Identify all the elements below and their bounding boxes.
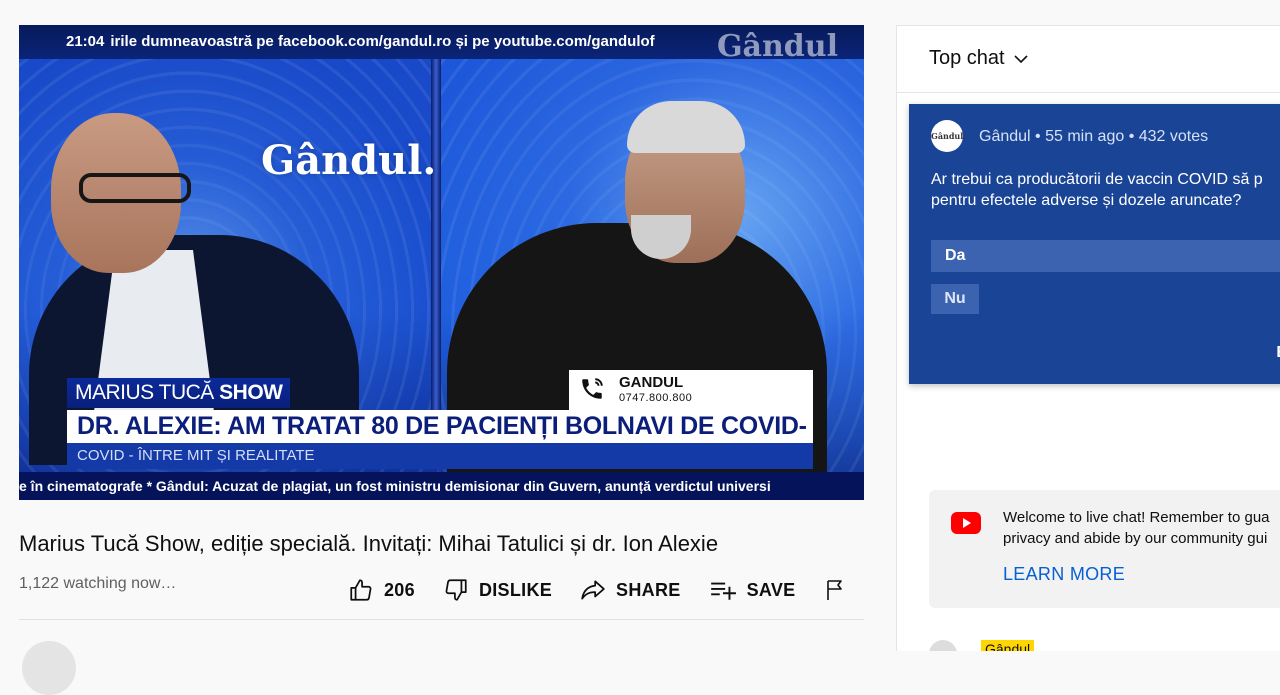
playlist-add-icon [710,582,736,600]
chat-poll: Gândul. Gândul • 55 min ago • 432 votes … [909,104,1280,384]
welcome-message: Welcome to live chat! Remember to gua pr… [929,490,1280,608]
channel-logo-watermark: Gândul [716,29,838,64]
save-label: SAVE [746,579,796,600]
live-chat-panel: Top chat Gândul. Gândul • 55 min ago • 4… [896,25,1280,651]
lower-third-headline: DR. ALEXIE: AM TRATAT 80 DE PACIENȚI BOL… [67,410,813,473]
broadcast-clock: 21:04 [66,33,105,50]
save-button[interactable]: SAVE [709,577,796,603]
dislike-label: DISLIKE [478,579,553,600]
contact-name: GANDUL [619,374,684,391]
chat-header: Top chat [897,26,1280,93]
chat-author-avatar [929,640,957,651]
like-count: 206 [384,579,415,600]
thumbs-up-icon [350,579,372,601]
dislike-button[interactable]: DISLIKE [443,577,552,603]
welcome-text: Welcome to live chat! Remember to gua pr… [1003,509,1270,547]
phone-icon [582,378,603,399]
top-ticker-text: irile dumneavoastră pe facebook.com/gand… [110,33,655,50]
share-label: SHARE [616,579,681,600]
poll-end-button[interactable]: E [1276,344,1280,362]
chat-mode-label: Top chat [929,47,1005,69]
thumbs-down-icon [445,579,467,601]
channel-avatar[interactable] [22,641,76,695]
info-divider [19,619,864,620]
video-player[interactable]: 21:04 irile dumneavoastră pe facebook.com… [19,25,864,500]
report-button[interactable] [823,577,857,603]
contact-number: 0747.800.800 [619,392,693,404]
flag-icon [827,580,843,600]
studio-logo: Gândul. [261,137,437,184]
video-title: Marius Tucă Show, ediție specială. Invit… [19,531,719,556]
poll-option-nu[interactable]: Nu [931,284,979,314]
lower-third-subline: COVID - ÎNTRE MIT ȘI REALITATE [67,443,813,469]
owner-author-badge[interactable]: Gândul [981,640,1035,651]
video-actions: 206 DISLIKE SHARE SAVE [348,575,857,605]
bottom-news-ticker: e în cinematografe * Gândul: Acuzat de p… [19,472,864,500]
like-button[interactable]: 206 [348,577,415,603]
learn-more-link[interactable]: LEARN MORE [1003,564,1125,585]
show-name-tag: MARIUS TUCĂ SHOW [67,378,291,408]
share-icon [581,580,605,600]
share-button[interactable]: SHARE [580,577,681,603]
youtube-logo-icon [951,512,981,534]
contact-box: GANDUL 0747.800.800 [569,370,813,410]
poll-question: Ar trebui ca producătorii de vaccin COVI… [931,171,1263,209]
split-screen-divider [431,55,441,460]
chevron-down-icon [1014,54,1028,63]
poll-option-da[interactable]: Da [931,240,1280,272]
poll-author-avatar: Gândul. [931,120,966,152]
poll-meta: Gândul • 55 min ago • 432 votes [979,128,1209,145]
chat-mode-dropdown[interactable]: Top chat [929,47,1029,70]
watching-count: 1,122 watching now… [19,575,177,592]
